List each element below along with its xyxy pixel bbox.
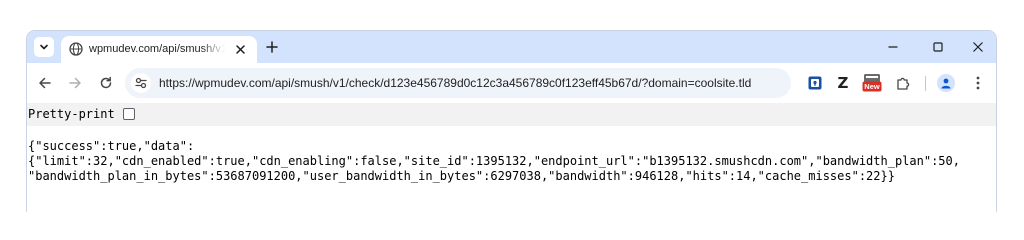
maximize-icon — [933, 42, 943, 52]
address-bar[interactable]: https://wpmudev.com/api/smush/v1/check/d… — [125, 68, 791, 98]
page-content: Pretty-print {"success":true,"data": {"l… — [27, 103, 996, 212]
new-badge-text: New — [864, 82, 880, 91]
z-extension-label: Z — [837, 74, 849, 92]
tab-search-button[interactable] — [34, 37, 54, 57]
menu-button[interactable] — [968, 73, 988, 93]
extension-password-manager[interactable] — [805, 73, 825, 93]
pretty-print-checkbox[interactable] — [123, 108, 135, 120]
password-manager-icon — [808, 76, 822, 90]
pretty-print-label: Pretty-print — [28, 107, 115, 121]
json-line: {"limit":32,"cdn_enabled":true,"cdn_enab… — [28, 154, 960, 168]
chevron-down-icon — [40, 44, 48, 50]
extension-z[interactable]: Z — [833, 73, 853, 93]
profile-avatar[interactable] — [937, 74, 955, 92]
extension-new[interactable]: New — [862, 73, 882, 93]
tab-close-button[interactable] — [233, 42, 248, 57]
new-tab-button[interactable] — [263, 38, 281, 56]
puzzle-icon — [896, 77, 909, 90]
kebab-menu-icon — [976, 76, 980, 90]
toolbar-divider — [925, 76, 926, 91]
json-line: {"success":true,"data": — [28, 139, 195, 153]
window-close-button[interactable] — [969, 38, 987, 56]
minimize-button[interactable] — [884, 38, 902, 56]
close-icon — [236, 45, 245, 54]
tab-active[interactable]: wpmudev.com/api/smush/v1/check/d123e4567… — [61, 36, 257, 63]
reload-button[interactable] — [96, 73, 116, 93]
arrow-right-icon — [69, 77, 81, 89]
plus-icon — [266, 41, 278, 53]
pretty-print-bar: Pretty-print — [27, 103, 996, 126]
arrow-left-icon — [39, 77, 51, 89]
maximize-button[interactable] — [929, 38, 947, 56]
minimize-icon — [888, 46, 898, 48]
person-icon — [941, 78, 951, 89]
close-icon — [973, 42, 983, 52]
url-text: https://wpmudev.com/api/smush/v1/check/d… — [159, 76, 752, 90]
new-badge-icon: New — [862, 74, 882, 92]
tab-title: wpmudev.com/api/smush/v1/check/d123e4567… — [89, 43, 225, 55]
site-info-button[interactable] — [131, 73, 151, 93]
site-info-icon — [135, 77, 147, 89]
forward-button[interactable] — [65, 73, 85, 93]
toolbar: https://wpmudev.com/api/smush/v1/check/d… — [27, 63, 996, 103]
tab-strip: wpmudev.com/api/smush/v1/check/d123e4567… — [27, 31, 996, 63]
extensions-button[interactable] — [893, 73, 913, 93]
back-button[interactable] — [35, 73, 55, 93]
reload-icon — [100, 76, 112, 89]
globe-icon — [69, 42, 83, 56]
json-line: "bandwidth_plan_in_bytes":53687091200,"u… — [28, 169, 895, 183]
json-response: {"success":true,"data": {"limit":32,"cdn… — [28, 139, 960, 184]
browser-window: wpmudev.com/api/smush/v1/check/d123e4567… — [26, 30, 997, 212]
